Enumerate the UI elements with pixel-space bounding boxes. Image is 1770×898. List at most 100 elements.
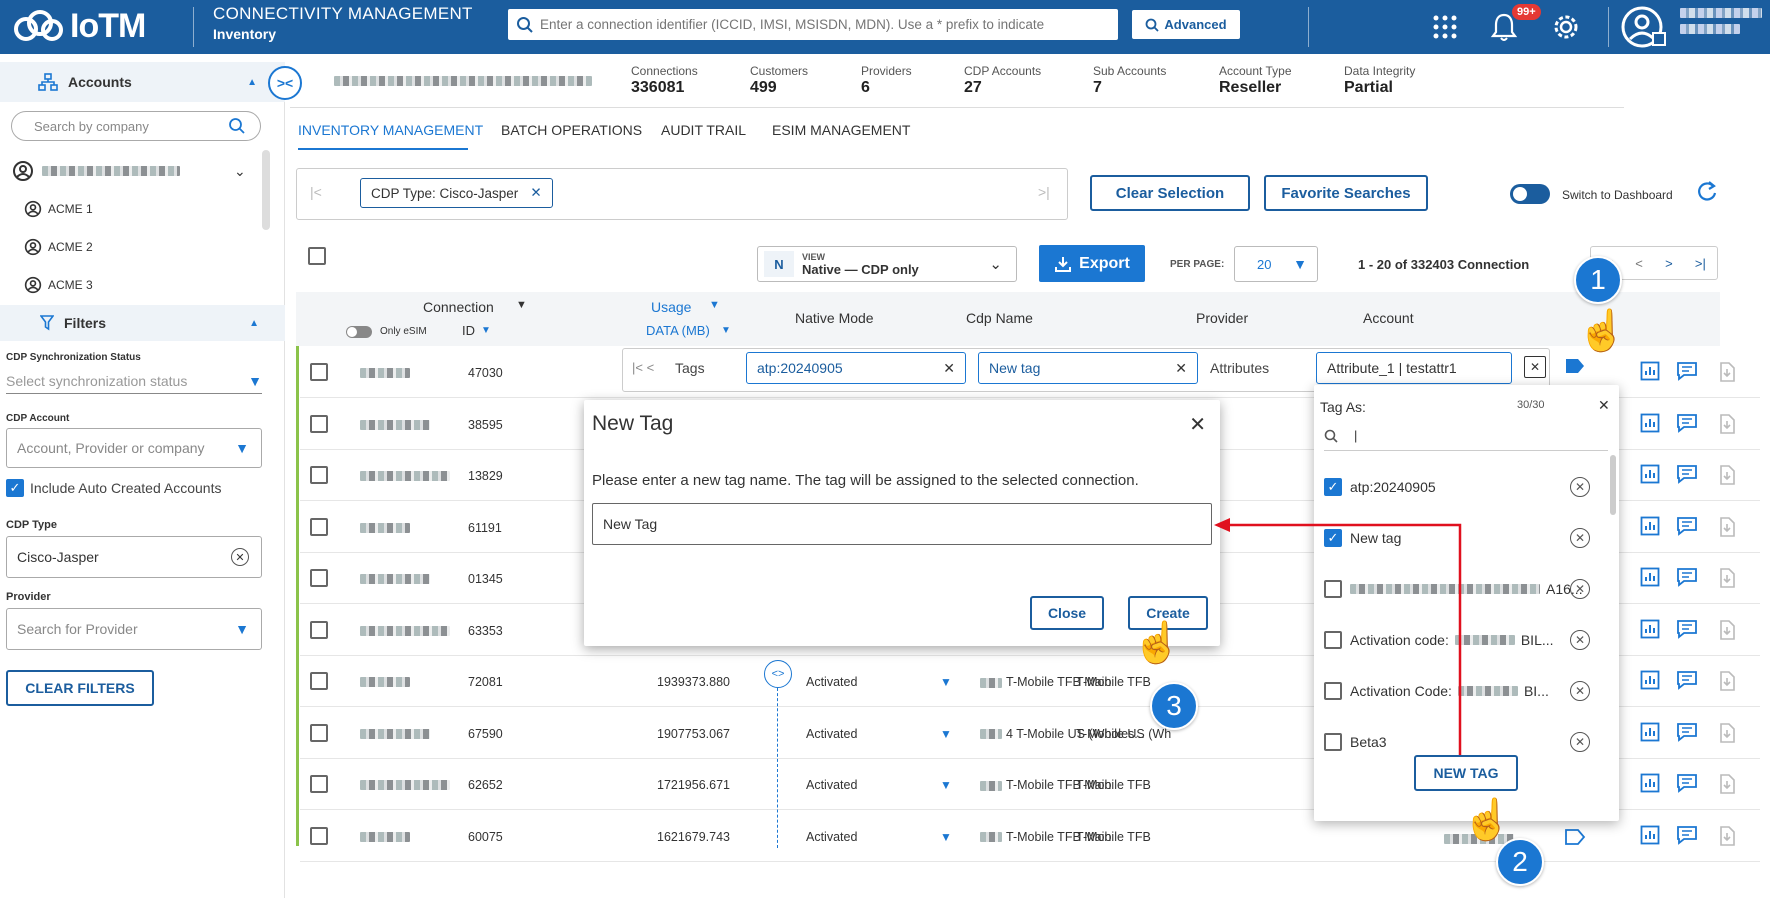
view-select[interactable]: N VIEW Native — CDP only ⌄	[757, 246, 1017, 282]
refresh-icon[interactable]	[1696, 180, 1718, 204]
sort-icon[interactable]: ▼	[481, 325, 491, 336]
chevron-down-icon[interactable]: ⌄	[234, 163, 246, 180]
remove-option-icon[interactable]: ✕	[1570, 732, 1590, 752]
row-checkbox[interactable]	[310, 672, 328, 690]
chart-icon[interactable]	[1640, 567, 1660, 590]
next-page-icon[interactable]: >	[1665, 256, 1673, 271]
provider-input[interactable]: Search for Provider ▼	[6, 608, 262, 650]
cdp-type-input[interactable]: Cisco-Jasper ✕	[6, 536, 262, 578]
column-id[interactable]: ID	[462, 323, 475, 338]
scroll-last-icon[interactable]: >|	[1038, 184, 1050, 200]
clear-selection-button[interactable]: Clear Selection	[1090, 175, 1250, 211]
row-checkbox[interactable]	[310, 620, 328, 639]
sort-icon[interactable]: ▼	[709, 299, 720, 311]
favorite-searches-button[interactable]: Favorite Searches	[1264, 175, 1428, 211]
remove-tag-icon[interactable]: ✕	[943, 360, 955, 377]
tab-inventory-management[interactable]: INVENTORY MANAGEMENT	[298, 122, 483, 138]
collapse-panel-icon[interactable]: ><	[268, 66, 302, 100]
tab-audit-trail[interactable]: AUDIT TRAIL	[661, 122, 746, 138]
account-item[interactable]: ACME 1	[24, 200, 93, 218]
chart-icon[interactable]	[1640, 413, 1660, 436]
dropdown-scrollbar[interactable]	[1610, 455, 1616, 515]
avatar[interactable]	[1620, 5, 1668, 49]
row-checkbox[interactable]	[310, 775, 328, 793]
row-checkbox[interactable]	[310, 723, 328, 742]
chart-icon[interactable]	[1640, 722, 1660, 745]
per-page-select[interactable]: 20 ▼	[1234, 246, 1318, 282]
chart-icon[interactable]	[1640, 361, 1660, 384]
comment-icon[interactable]	[1676, 773, 1698, 796]
comment-icon[interactable]	[1676, 619, 1698, 642]
remove-option-icon[interactable]: ✕	[1570, 630, 1590, 650]
remove-option-icon[interactable]: ✕	[1570, 477, 1590, 497]
panel-scrollbar[interactable]	[262, 150, 270, 230]
comment-icon[interactable]	[1676, 464, 1698, 487]
remove-option-icon[interactable]: ✕	[1570, 579, 1590, 599]
column-provider[interactable]: Provider	[1196, 310, 1248, 326]
tag-name-input[interactable]: New Tag	[592, 503, 1212, 545]
close-icon[interactable]: ✕	[1598, 397, 1610, 414]
comment-icon[interactable]	[1676, 722, 1698, 745]
export-button[interactable]: Export	[1039, 245, 1145, 282]
comment-icon[interactable]	[1676, 825, 1698, 848]
remove-option-icon[interactable]: ✕	[1570, 681, 1590, 701]
close-icon[interactable]: ✕	[1189, 412, 1206, 437]
remove-filter-icon[interactable]: ✕	[530, 185, 541, 201]
tag-search-input[interactable]: |	[1324, 421, 1608, 451]
prev-page-icon[interactable]: <	[1635, 256, 1643, 271]
sort-icon[interactable]: ▼	[516, 299, 527, 311]
clear-filters-button[interactable]: CLEAR FILTERS	[6, 670, 154, 706]
new-tag-button[interactable]: NEW TAG	[1414, 755, 1518, 791]
row-checkbox[interactable]	[310, 826, 328, 845]
chart-icon[interactable]	[1640, 619, 1660, 642]
comment-icon[interactable]	[1676, 567, 1698, 590]
advanced-search-button[interactable]: Advanced	[1132, 10, 1240, 39]
column-account[interactable]: Account	[1363, 310, 1414, 326]
column-connection[interactable]: Connection	[423, 299, 494, 315]
dashboard-toggle[interactable]	[1510, 184, 1550, 204]
close-button[interactable]: Close	[1030, 596, 1104, 630]
tab-batch-operations[interactable]: BATCH OPERATIONS	[501, 122, 642, 138]
apps-grid-icon[interactable]	[1432, 14, 1458, 40]
comment-icon[interactable]	[1676, 670, 1698, 693]
include-auto-checkbox[interactable]: ✓ Include Auto Created Accounts	[6, 479, 221, 497]
parent-account[interactable]	[12, 160, 180, 182]
gear-icon[interactable]	[1552, 13, 1580, 41]
chevron-up-icon[interactable]: ▲	[249, 318, 259, 329]
accounts-header[interactable]: Accounts ▲	[0, 62, 285, 102]
clear-icon[interactable]: ✕	[231, 548, 249, 566]
tag-chip-new-tag[interactable]: New tag ✕	[978, 352, 1198, 384]
account-item[interactable]: ACME 3	[24, 276, 93, 294]
remove-tag-icon[interactable]: ✕	[1175, 360, 1187, 377]
close-tag-bar-icon[interactable]: ✕	[1524, 356, 1546, 378]
column-cdp-name[interactable]: Cdp Name	[966, 310, 1033, 326]
last-page-icon[interactable]: >|	[1695, 256, 1706, 271]
caret-down-icon[interactable]: ▼	[940, 727, 952, 741]
chart-icon[interactable]	[1640, 825, 1660, 848]
column-data-mb[interactable]: DATA (MB)	[646, 323, 710, 338]
filter-chip[interactable]: CDP Type: Cisco-Jasper ✕	[360, 178, 553, 208]
caret-down-icon[interactable]: ▼	[940, 675, 952, 689]
account-item[interactable]: ACME 2	[24, 238, 93, 256]
row-checkbox[interactable]	[310, 517, 328, 536]
caret-down-icon[interactable]: ▼	[940, 778, 952, 792]
tag-icon[interactable]	[1564, 356, 1586, 376]
sync-status-select[interactable]: Select synchronization status ▼	[6, 368, 262, 394]
checkbox-checked-icon[interactable]: ✓	[1324, 478, 1342, 496]
tag-option[interactable]: ✓ atp:20240905 ✕	[1324, 472, 1604, 502]
row-checkbox[interactable]	[310, 569, 328, 587]
chart-icon[interactable]	[1640, 464, 1660, 487]
chart-icon[interactable]	[1640, 773, 1660, 796]
chart-icon[interactable]	[1640, 670, 1660, 693]
chevron-up-icon[interactable]: ▲	[247, 77, 257, 88]
only-esim-toggle[interactable]	[346, 326, 372, 338]
remove-option-icon[interactable]: ✕	[1570, 528, 1590, 548]
scroll-first-icon[interactable]: |< <	[632, 360, 654, 375]
app-logo[interactable]: IoTM	[12, 6, 146, 46]
sort-icon[interactable]: ▼	[721, 325, 731, 336]
column-usage[interactable]: Usage	[651, 299, 691, 315]
row-checkbox[interactable]	[310, 466, 328, 484]
comment-icon[interactable]	[1676, 361, 1698, 384]
company-search-input[interactable]: Search by company	[11, 111, 261, 141]
connection-search[interactable]	[508, 9, 1118, 40]
